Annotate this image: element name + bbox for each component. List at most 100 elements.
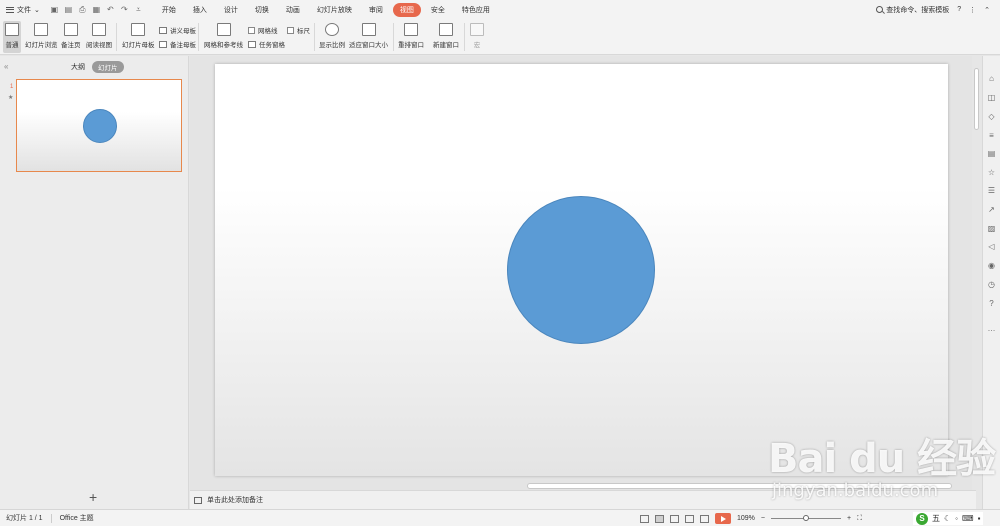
slide-sorter-label: 幻灯片浏览: [25, 42, 58, 49]
export-pdf-icon[interactable]: ▤: [64, 5, 73, 14]
arrange-window-button[interactable]: 重排窗口: [398, 21, 424, 53]
record-status-icon[interactable]: [700, 514, 709, 523]
tab-security[interactable]: 安全: [424, 3, 452, 17]
collapse-ribbon-icon[interactable]: ⌃: [984, 6, 990, 14]
circle-shape[interactable]: [507, 196, 655, 344]
print-preview-icon[interactable]: ▦: [92, 5, 101, 14]
quick-access-toolbar: ▣ ▤ ⎙ ▦ ↶ ↷ ⩡: [50, 5, 143, 15]
task-pane-button[interactable]: 任务窗格: [248, 39, 285, 49]
tab-view[interactable]: 视图: [392, 2, 421, 17]
arrange-window-icon: [404, 23, 418, 36]
notes-toggle-icon[interactable]: [640, 514, 649, 523]
tab-slides[interactable]: 幻灯片: [92, 61, 124, 73]
handout-master-button[interactable]: 讲义母板: [159, 25, 196, 35]
new-window-button[interactable]: 新建窗口: [433, 21, 459, 53]
slide-sorter-status-icon[interactable]: [670, 514, 679, 523]
thumbnail-circle-shape: [83, 109, 117, 143]
print-icon[interactable]: ⎙: [78, 5, 87, 15]
notes-master-label: 备注母板: [170, 42, 196, 49]
tab-slideshow[interactable]: 幻灯片放映: [310, 3, 359, 17]
status-divider: [50, 513, 52, 523]
sidebar-properties-icon[interactable]: ◫: [987, 93, 996, 102]
more-icon[interactable]: ⋮: [969, 6, 976, 14]
sidebar-shapes-icon[interactable]: ◇: [987, 112, 996, 121]
skin-icon: ▪: [977, 514, 981, 523]
sidebar-image-icon[interactable]: ▨: [987, 224, 996, 233]
normal-view-status-icon[interactable]: [655, 514, 664, 523]
menubar-right: 查找命令、搜索模板 ? ⋮ ⌃: [876, 5, 1000, 15]
add-slide-button[interactable]: +: [89, 490, 97, 504]
save-icon[interactable]: ▣: [50, 5, 59, 14]
normal-view-label: 普通: [5, 42, 19, 49]
sidebar-layers-icon[interactable]: ☰: [987, 186, 996, 195]
zoom-value[interactable]: 109%: [737, 515, 755, 522]
reading-view-button[interactable]: 阅读视图: [86, 21, 112, 53]
zoom-label: 显示比例: [319, 42, 345, 49]
sidebar-nav-icon[interactable]: ◉: [987, 261, 996, 270]
fit-window-button[interactable]: 适应窗口大小: [349, 21, 388, 53]
collapse-panel-icon[interactable]: «: [4, 62, 8, 71]
slide-master-button[interactable]: 幻灯片母板: [122, 21, 155, 53]
play-slideshow-button[interactable]: [715, 513, 731, 524]
slide-sorter-button[interactable]: 幻灯片浏览: [25, 21, 58, 53]
notes-page-button[interactable]: 备注页: [61, 21, 81, 53]
slide-master-icon: [131, 23, 146, 36]
reading-view-label: 阅读视图: [86, 42, 112, 49]
macro-button[interactable]: 宏: [470, 21, 484, 53]
horizontal-scrollbar[interactable]: [527, 483, 952, 489]
tab-transitions[interactable]: 切换: [248, 3, 276, 17]
gridlines-check-icon: [248, 26, 255, 34]
sidebar-help-icon[interactable]: ?: [987, 299, 996, 308]
zoom-in-button[interactable]: +: [847, 515, 851, 522]
fit-screen-icon[interactable]: ⛶: [857, 515, 862, 523]
grid-guides-button[interactable]: 网格和参考线: [204, 21, 243, 53]
input-method-bar[interactable]: S 五 ☾ ◦ ⌨ ▪: [913, 512, 984, 525]
ribbon-divider: [116, 23, 117, 51]
customize-icon[interactable]: ⩡: [134, 5, 143, 15]
undo-icon[interactable]: ↶: [106, 5, 115, 14]
tab-special-apps[interactable]: 特色应用: [455, 3, 497, 17]
slide-sorter-icon: [34, 23, 49, 36]
tab-animations[interactable]: 动画: [279, 3, 307, 17]
sidebar-star-icon[interactable]: ☆: [987, 168, 996, 177]
slide-thumbnail[interactable]: [16, 79, 182, 172]
gridlines-checkbox[interactable]: 网格线: [248, 25, 278, 35]
zoom-slider[interactable]: [771, 515, 841, 521]
command-search-label: 查找命令、搜索模板: [886, 6, 950, 14]
command-search[interactable]: 查找命令、搜索模板: [876, 5, 949, 15]
sidebar-history-icon[interactable]: ◷: [987, 280, 996, 289]
ribbon-divider: [464, 23, 465, 51]
right-sidebar: ⌂ ◫ ◇ ≡ ▤ ☆ ☰ ↗ ▨ ◁ ◉ ◷ ? …: [982, 56, 1000, 509]
slide[interactable]: [215, 64, 948, 476]
chevron-down-icon: ⌄: [34, 6, 40, 14]
file-menu[interactable]: 文件 ⌄: [0, 0, 46, 19]
status-controls: 109% − + ⛶: [640, 513, 862, 524]
sidebar-settings-icon[interactable]: ≡: [987, 131, 996, 140]
notes-master-button[interactable]: 备注母板: [159, 39, 196, 49]
zoom-out-button[interactable]: −: [761, 515, 765, 522]
vertical-scrollbar-thumb[interactable]: [974, 68, 979, 130]
tab-home[interactable]: 开始: [155, 3, 183, 17]
reading-view-status-icon[interactable]: [685, 514, 694, 523]
tab-outline[interactable]: 大纲: [71, 62, 85, 72]
sidebar-share-icon[interactable]: ↗: [987, 205, 996, 214]
handout-master-label: 讲义母板: [170, 28, 196, 35]
vertical-scrollbar[interactable]: [973, 64, 980, 478]
sidebar-more-icon[interactable]: …: [987, 324, 996, 333]
sidebar-audio-icon[interactable]: ◁: [987, 242, 996, 251]
tab-design[interactable]: 设计: [217, 3, 245, 17]
notes-pane[interactable]: 单击此处添加备注: [190, 490, 976, 509]
tab-insert[interactable]: 插入: [186, 3, 214, 17]
zoom-button[interactable]: 显示比例: [319, 21, 345, 53]
zoom-slider-knob[interactable]: [803, 515, 809, 521]
ruler-checkbox[interactable]: 标尺: [287, 25, 310, 35]
new-window-icon: [439, 23, 453, 36]
help-icon[interactable]: ?: [957, 6, 961, 13]
sidebar-selection-icon[interactable]: ⌂: [987, 74, 996, 83]
redo-icon[interactable]: ↷: [120, 5, 129, 14]
grid-icon: [216, 23, 231, 36]
normal-view-button[interactable]: 普通: [3, 21, 21, 53]
tab-review[interactable]: 审阅: [362, 3, 390, 17]
theme-name[interactable]: Office 主题: [60, 513, 94, 523]
sidebar-format-icon[interactable]: ▤: [987, 149, 996, 158]
